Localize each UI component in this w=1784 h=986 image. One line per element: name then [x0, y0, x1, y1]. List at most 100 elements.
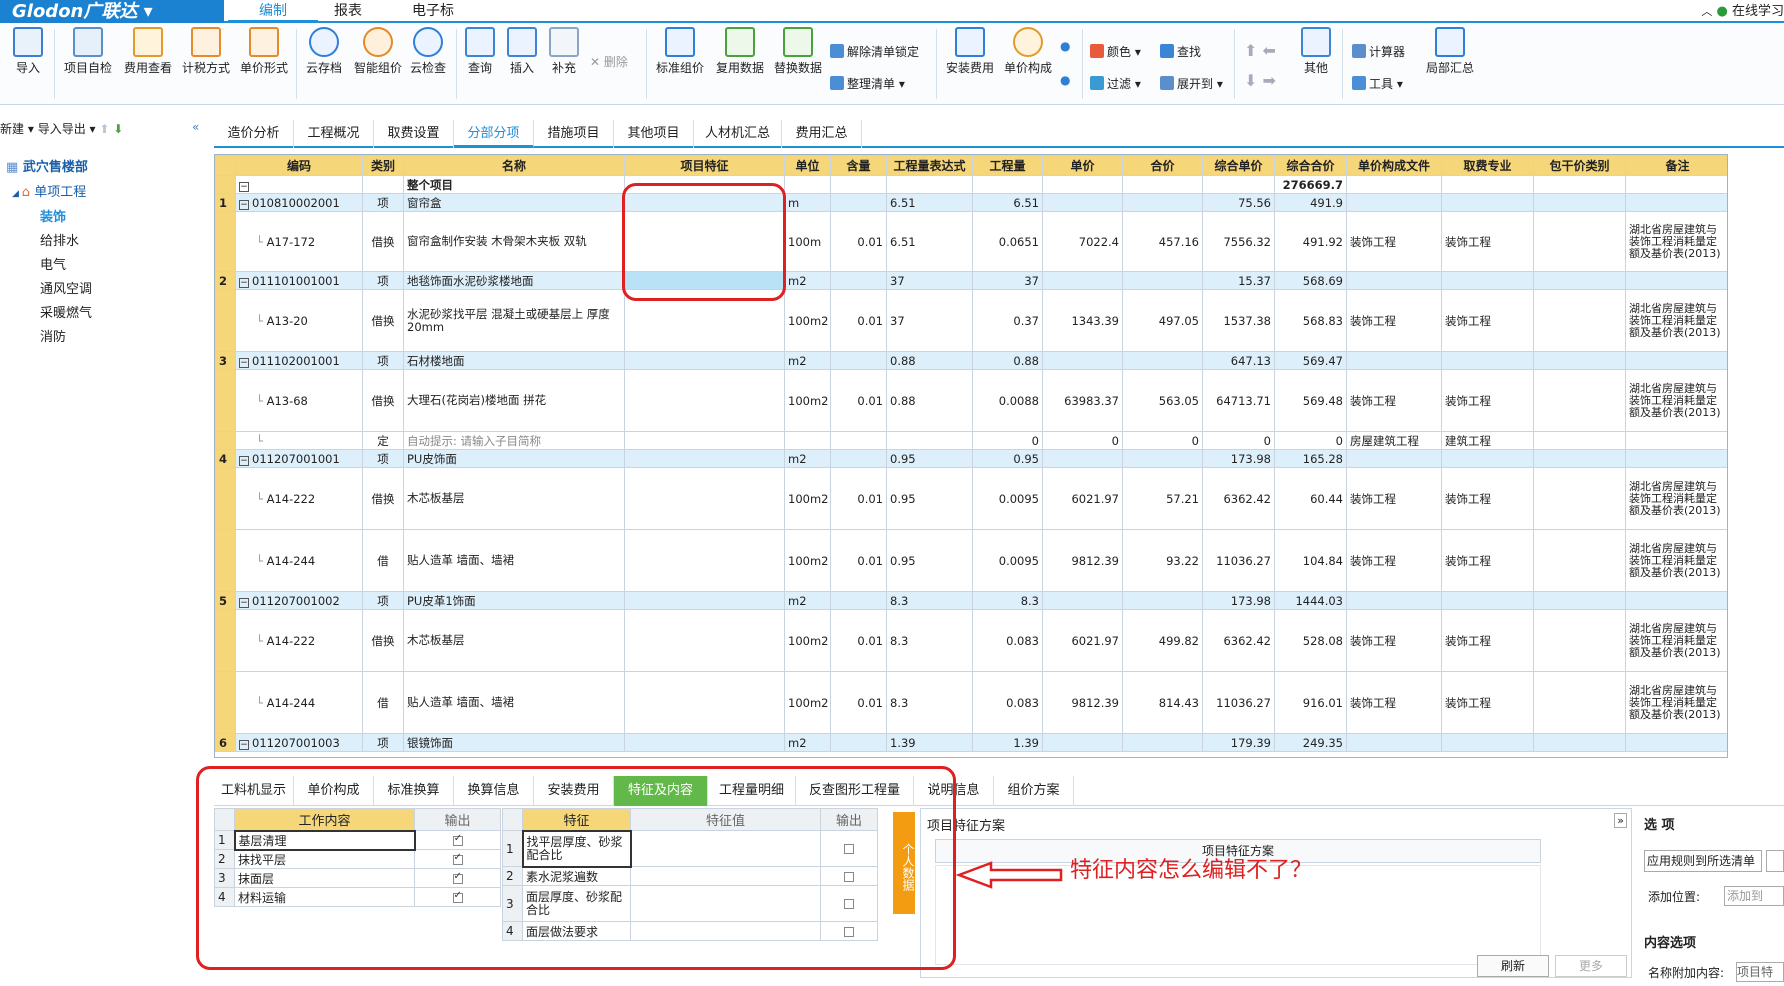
- composite-total-cell[interactable]: 568.69: [1274, 271, 1347, 290]
- price-cell[interactable]: [1042, 733, 1123, 752]
- lumpsum-cell[interactable]: [1533, 591, 1626, 610]
- content-cell[interactable]: [830, 591, 887, 610]
- fee-profession-cell[interactable]: 装饰工程: [1441, 529, 1534, 592]
- grid-header[interactable]: 名称: [403, 155, 625, 176]
- code-cell[interactable]: └ A14-222: [235, 467, 363, 530]
- content-cell[interactable]: 0.01: [830, 609, 887, 672]
- tree-item-decoration[interactable]: 装饰: [40, 206, 66, 225]
- supplement-button[interactable]: 补充: [546, 27, 582, 76]
- apply-rules-extra[interactable]: [1766, 850, 1784, 872]
- qty-cell[interactable]: 37: [972, 271, 1043, 290]
- menu-tab-edit[interactable]: 编制: [228, 0, 318, 23]
- cloud-check-button[interactable]: 云检查: [406, 27, 450, 76]
- qty-expr-cell[interactable]: 0.88: [886, 369, 973, 432]
- feature-cell[interactable]: [624, 591, 785, 610]
- fee-profession-cell[interactable]: 装饰工程: [1441, 609, 1534, 672]
- collapse-panel-icon[interactable]: «: [192, 120, 199, 134]
- name-add-select[interactable]: 项目特: [1736, 962, 1784, 982]
- tree-item-single[interactable]: ◢ ⌂ 单项工程: [12, 181, 86, 200]
- glodon-logo[interactable]: Glodon广联达 ▾: [0, 0, 224, 23]
- total-cell[interactable]: 57.21: [1122, 467, 1203, 530]
- collapse-box-icon[interactable]: −: [239, 199, 249, 210]
- composite-price-cell[interactable]: 6362.42: [1202, 609, 1275, 672]
- total-cell[interactable]: 93.22: [1122, 529, 1203, 592]
- content-cell[interactable]: [830, 431, 887, 450]
- collapse-box-icon[interactable]: −: [239, 277, 249, 288]
- collapse-box-icon[interactable]: −: [239, 597, 249, 608]
- total-cell[interactable]: 0: [1122, 431, 1203, 450]
- unlock-list-button[interactable]: 解除清单锁定: [830, 43, 919, 60]
- composite-price-cell[interactable]: 0: [1202, 431, 1275, 450]
- composite-total-cell[interactable]: 249.35: [1274, 733, 1347, 752]
- code-cell[interactable]: └ A13-20: [235, 289, 363, 352]
- lumpsum-cell[interactable]: [1533, 449, 1626, 468]
- code-cell[interactable]: └ A13-68: [235, 369, 363, 432]
- composite-price-cell[interactable]: 179.39: [1202, 733, 1275, 752]
- code-cell[interactable]: −011102001001: [235, 351, 363, 370]
- lumpsum-cell[interactable]: [1533, 175, 1626, 194]
- total-cell[interactable]: [1122, 733, 1203, 752]
- tools-button[interactable]: 工具 ▾: [1352, 75, 1403, 92]
- type-cell[interactable]: [362, 175, 404, 194]
- feature-cell[interactable]: [624, 449, 785, 468]
- qty-expr-cell[interactable]: 8.3: [886, 671, 973, 734]
- total-cell[interactable]: [1122, 193, 1203, 212]
- qty-expr-cell[interactable]: 0.95: [886, 529, 973, 592]
- feature-cell[interactable]: [624, 609, 785, 672]
- composite-price-cell[interactable]: 15.37: [1202, 271, 1275, 290]
- unit-cell[interactable]: m2: [784, 351, 831, 370]
- fee-profession-cell[interactable]: [1441, 351, 1534, 370]
- table-row[interactable]: 5−011207001002 项 PU皮革1饰面 m2 8.3 8.3 173.98 1444…: [215, 591, 1727, 610]
- note-cell[interactable]: [1625, 733, 1727, 752]
- qty-cell[interactable]: [972, 175, 1043, 194]
- table-row[interactable]: └ 定自动提示: 请输入子目简称 0 0 0 0 0 房屋建筑工程 建筑工程: [215, 431, 1727, 450]
- price-cell[interactable]: 9812.39: [1042, 529, 1123, 592]
- table-row[interactable]: └ A14-244 借贴人造革 墙面、墙裙 100m2 0.01 8.3 0.083 981…: [215, 671, 1727, 734]
- name-cell[interactable]: PU皮饰面: [403, 449, 625, 468]
- tab-items[interactable]: 分部分项: [454, 120, 534, 148]
- items-grid[interactable]: 编码 类别 名称 项目特征 单位 含量 工程量表达式 工程量 单价 合价 综合单价 综合合价 单价构成文…: [214, 154, 1728, 758]
- price-file-cell[interactable]: 装饰工程: [1346, 211, 1442, 272]
- add-position-select[interactable]: 添加到: [1724, 886, 1784, 906]
- refresh-button[interactable]: 刷新: [1477, 955, 1549, 977]
- code-cell[interactable]: −011207001003: [235, 733, 363, 752]
- grid-header[interactable]: 单位: [784, 155, 831, 176]
- qty-expr-cell[interactable]: 37: [886, 271, 973, 290]
- tree-item-project[interactable]: ▦ 武穴售楼部: [6, 156, 88, 175]
- dropdown-icon[interactable]: ▾: [90, 122, 100, 136]
- composite-price-cell[interactable]: 75.56: [1202, 193, 1275, 212]
- composite-total-cell[interactable]: 569.48: [1274, 369, 1347, 432]
- tab-cost-analysis[interactable]: 造价分析: [214, 120, 294, 148]
- type-cell[interactable]: 借: [362, 529, 404, 592]
- composite-price-cell[interactable]: 7556.32: [1202, 211, 1275, 272]
- move-up-icon[interactable]: ⬆: [99, 122, 109, 136]
- smart-pricing-button[interactable]: 智能组价: [350, 27, 406, 76]
- tree-item-fire[interactable]: 消防: [40, 326, 66, 345]
- btab-pricing-scheme[interactable]: 组价方案: [994, 776, 1074, 806]
- standard-pricing-button[interactable]: 标准组价: [652, 27, 708, 76]
- replace-data-button[interactable]: 替换数据: [770, 27, 826, 76]
- code-cell[interactable]: └ A14-222: [235, 609, 363, 672]
- qty-cell[interactable]: 0.88: [972, 351, 1043, 370]
- qty-cell[interactable]: 0.0095: [972, 467, 1043, 530]
- dropdown-icon[interactable]: ▾: [28, 122, 34, 136]
- lumpsum-cell[interactable]: [1533, 193, 1626, 212]
- price-cell[interactable]: 1343.39: [1042, 289, 1123, 352]
- composite-price-cell[interactable]: 1537.38: [1202, 289, 1275, 352]
- unit-cell[interactable]: 100m2: [784, 289, 831, 352]
- query-button[interactable]: 查询: [462, 27, 498, 76]
- total-cell[interactable]: [1122, 351, 1203, 370]
- table-row[interactable]: 6−011207001003 项银镜饰面 m2 1.39 1.39 179.39 249.3…: [215, 733, 1727, 752]
- grid-header[interactable]: 备注: [1625, 155, 1727, 176]
- price-file-cell[interactable]: [1346, 591, 1442, 610]
- name-cell[interactable]: 贴人造革 墙面、墙裙: [403, 529, 625, 592]
- qty-cell[interactable]: 6.51: [972, 193, 1043, 212]
- total-cell[interactable]: 499.82: [1122, 609, 1203, 672]
- feature-cell[interactable]: [624, 671, 785, 734]
- qty-expr-cell[interactable]: 8.3: [886, 609, 973, 672]
- qty-cell[interactable]: 0.083: [972, 671, 1043, 734]
- collapse-box-icon[interactable]: −: [239, 739, 249, 750]
- feature-cell[interactable]: [624, 733, 785, 752]
- content-cell[interactable]: 0.01: [830, 671, 887, 734]
- fee-profession-cell[interactable]: 装饰工程: [1441, 211, 1534, 272]
